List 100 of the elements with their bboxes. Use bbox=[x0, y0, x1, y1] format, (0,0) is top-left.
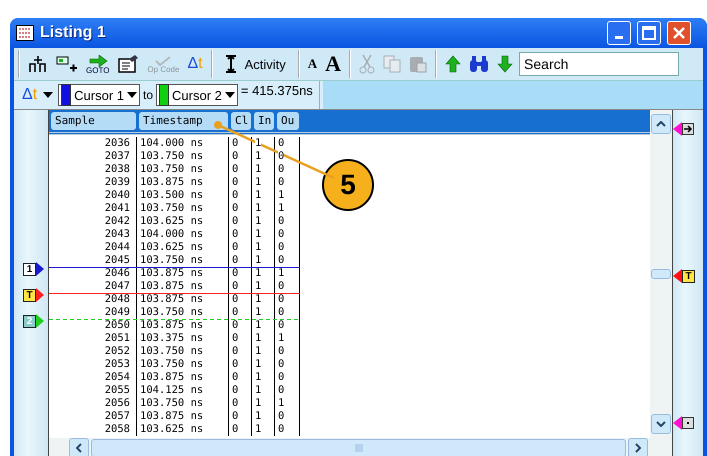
chevron-right-icon bbox=[635, 443, 641, 453]
vertical-scrollbar[interactable] bbox=[650, 110, 672, 438]
table-cell: 0 bbox=[229, 176, 252, 189]
table-cell: 2057 bbox=[49, 410, 137, 423]
goto-button[interactable]: GOTO bbox=[84, 51, 112, 77]
column-header[interactable]: Cl bbox=[231, 112, 251, 130]
table-cell: 0 bbox=[229, 137, 252, 150]
column-header[interactable]: Ou bbox=[277, 112, 299, 130]
listing-icon bbox=[16, 25, 34, 41]
cursor-select[interactable]: Cursor 2 bbox=[156, 84, 238, 106]
delta-t-button[interactable]: Δt bbox=[185, 51, 205, 77]
column-header[interactable]: Timestamp bbox=[139, 112, 228, 130]
close-button[interactable] bbox=[667, 21, 691, 45]
table-cell: 1 bbox=[252, 410, 275, 423]
table-cell: 1 bbox=[252, 345, 275, 358]
scroll-up-button[interactable] bbox=[651, 114, 671, 134]
properties-icon bbox=[117, 54, 140, 74]
scroll-thumb[interactable] bbox=[651, 269, 671, 279]
table-cell: 0 bbox=[275, 228, 300, 241]
columns-icon bbox=[28, 54, 48, 74]
arrow-right-icon bbox=[682, 123, 694, 135]
table-cell: 2037 bbox=[49, 150, 137, 163]
table-cell: 0 bbox=[229, 319, 252, 332]
table-cell: 1 bbox=[252, 228, 275, 241]
table-cell: 0 bbox=[229, 150, 252, 163]
scroll-down-button[interactable] bbox=[651, 414, 671, 434]
table-cell: 2046 bbox=[49, 267, 137, 280]
minimize-icon bbox=[615, 36, 623, 38]
table-cell: 2041 bbox=[49, 202, 137, 215]
binoculars-icon bbox=[469, 55, 490, 73]
table-cell: 1 bbox=[252, 137, 275, 150]
chevron-left-icon bbox=[76, 443, 82, 453]
arrow-right-icon bbox=[88, 54, 108, 66]
table-cell: 0 bbox=[275, 176, 300, 189]
smaller-font-button[interactable]: A bbox=[306, 51, 320, 77]
table-cell: 0 bbox=[229, 410, 252, 423]
table-cell: 0 bbox=[229, 397, 252, 410]
table-cell: 0 bbox=[275, 410, 300, 423]
table-cell: 0 bbox=[275, 306, 300, 319]
table-cell: 0 bbox=[229, 202, 252, 215]
table-cell: 1 bbox=[275, 332, 300, 345]
table-cell: 0 bbox=[229, 358, 252, 371]
scroll-right-button[interactable] bbox=[628, 438, 648, 456]
column-header[interactable]: Sample bbox=[51, 112, 136, 130]
minimize-button[interactable] bbox=[607, 21, 631, 45]
table-cell: 1 bbox=[252, 306, 275, 319]
table-cell: 0 bbox=[275, 163, 300, 176]
scroll-thumb[interactable] bbox=[91, 439, 626, 456]
scissors-icon bbox=[359, 54, 376, 74]
table-cell: 0 bbox=[229, 423, 252, 436]
checkmark-icon bbox=[154, 56, 172, 66]
marker-plus-icon bbox=[56, 54, 78, 74]
i-beam-icon bbox=[224, 55, 237, 73]
table-cell: 0 bbox=[275, 215, 300, 228]
table-cell: 1 bbox=[252, 189, 275, 202]
table-cell: 1 bbox=[275, 267, 300, 280]
larger-font-button[interactable]: A bbox=[323, 51, 344, 77]
table-cell: 2042 bbox=[49, 215, 137, 228]
table-cell: 1 bbox=[252, 423, 275, 436]
scroll-left-button[interactable] bbox=[69, 438, 89, 456]
close-icon bbox=[672, 26, 686, 40]
table-cell: 0 bbox=[229, 215, 252, 228]
table-cell: 0 bbox=[275, 371, 300, 384]
table-cell: 0 bbox=[229, 306, 252, 319]
table-cell: 1 bbox=[275, 397, 300, 410]
table-cell: 2051 bbox=[49, 332, 137, 345]
caret-icon bbox=[43, 92, 54, 98]
table-cell: 0 bbox=[275, 345, 300, 358]
maximize-icon bbox=[642, 26, 656, 40]
maximize-button[interactable] bbox=[637, 21, 661, 45]
table-cell: 0 bbox=[229, 163, 252, 176]
table-cell: 1 bbox=[252, 176, 275, 189]
triangle-icon bbox=[673, 269, 682, 283]
caret-icon bbox=[127, 92, 137, 98]
table-cell: 1 bbox=[252, 267, 275, 280]
table-cell: 0 bbox=[275, 319, 300, 332]
table-cell: 0 bbox=[275, 150, 300, 163]
table-cell: 1 bbox=[252, 371, 275, 384]
delta-t-dropdown[interactable]: Δt bbox=[20, 82, 56, 108]
table-cell: 1 bbox=[252, 332, 275, 345]
table-cell: 1 bbox=[252, 163, 275, 176]
table-cell: 0 bbox=[275, 137, 300, 150]
arrow-up-icon bbox=[445, 55, 462, 73]
table-cell: 0 bbox=[275, 358, 300, 371]
cursor-select[interactable]: Cursor 1 bbox=[58, 84, 140, 106]
triangle-icon bbox=[673, 122, 682, 136]
table-cell: 0 bbox=[275, 384, 300, 397]
table-cell: 0 bbox=[229, 384, 252, 397]
table-cell: 2048 bbox=[49, 293, 137, 306]
table-cell: 1 bbox=[252, 202, 275, 215]
window-title: Listing 1 bbox=[40, 24, 107, 42]
table-cell: 2058 bbox=[49, 423, 137, 436]
horizontal-scrollbar[interactable] bbox=[49, 438, 672, 456]
search-field[interactable]: Search bbox=[519, 52, 680, 76]
table-cell: 1 bbox=[252, 293, 275, 306]
table-cell: 0 bbox=[229, 332, 252, 345]
activity-button[interactable]: Activity bbox=[218, 51, 292, 77]
column-header[interactable]: In bbox=[254, 112, 274, 130]
table-cell: 0 bbox=[275, 241, 300, 254]
table-cell: 0 bbox=[229, 371, 252, 384]
